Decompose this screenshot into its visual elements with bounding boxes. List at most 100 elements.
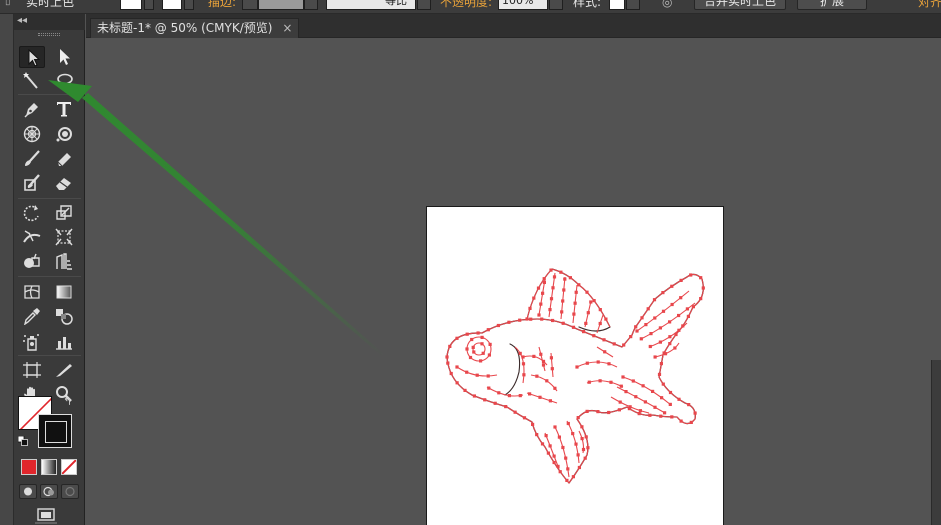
- anchor-point[interactable]: [448, 344, 452, 348]
- anchor-point[interactable]: [556, 464, 560, 468]
- anchor-point[interactable]: [540, 317, 544, 321]
- anchor-point[interactable]: [677, 313, 681, 318]
- anchor-point[interactable]: [480, 335, 484, 339]
- anchor-point[interactable]: [587, 380, 591, 384]
- anchor-point[interactable]: [480, 342, 484, 346]
- anchor-point[interactable]: [493, 401, 497, 405]
- anchor-point[interactable]: [644, 323, 648, 327]
- anchor-point[interactable]: [598, 308, 602, 312]
- anchor-point[interactable]: [622, 343, 626, 347]
- rotate-tool[interactable]: [19, 202, 45, 224]
- profile-chevron-icon[interactable]: [417, 0, 431, 10]
- lasso-tool[interactable]: [51, 70, 77, 92]
- none-mode-button[interactable]: [61, 459, 77, 475]
- anchor-point[interactable]: [660, 396, 664, 400]
- merge-live-paint-button[interactable]: 合并实时上色: [694, 0, 786, 10]
- tools-panel-header[interactable]: ◂◂: [14, 14, 85, 30]
- anchor-point[interactable]: [581, 447, 586, 452]
- anchor-point[interactable]: [559, 270, 563, 274]
- anchor-point[interactable]: [663, 352, 668, 356]
- anchor-point[interactable]: [548, 399, 552, 403]
- live-paint-path[interactable]: [526, 268, 611, 328]
- anchor-point[interactable]: [586, 311, 590, 315]
- anchor-point[interactable]: [585, 290, 589, 294]
- anchor-point[interactable]: [455, 365, 459, 369]
- anchor-point[interactable]: [571, 432, 575, 436]
- line-segment-tool[interactable]: [19, 123, 45, 145]
- anchor-point[interactable]: [637, 412, 641, 416]
- anchor-point[interactable]: [557, 435, 561, 439]
- anchor-point[interactable]: [668, 390, 673, 395]
- artboard[interactable]: [426, 206, 724, 525]
- anchor-point[interactable]: [553, 386, 557, 390]
- anchor-point[interactable]: [659, 414, 663, 418]
- anchor-point[interactable]: [589, 300, 593, 304]
- anchor-point[interactable]: [699, 297, 703, 301]
- anchor-point[interactable]: [584, 435, 588, 439]
- anchor-point[interactable]: [548, 308, 552, 312]
- anchor-point[interactable]: [658, 340, 662, 344]
- anchor-point[interactable]: [661, 309, 666, 313]
- anchor-point[interactable]: [471, 345, 475, 349]
- anchor-point[interactable]: [571, 325, 576, 329]
- anchor-point[interactable]: [549, 297, 554, 301]
- perspective-grid-tool[interactable]: [51, 251, 77, 273]
- color-mode-button[interactable]: [21, 459, 37, 475]
- type-tool[interactable]: [51, 98, 77, 120]
- anchor-point[interactable]: [634, 325, 638, 329]
- anchor-point[interactable]: [446, 361, 450, 365]
- anchor-point[interactable]: [687, 403, 691, 407]
- anchor-point[interactable]: [552, 460, 556, 465]
- anchor-point[interactable]: [604, 317, 608, 321]
- anchor-point[interactable]: [531, 422, 535, 426]
- anchor-point[interactable]: [635, 329, 639, 333]
- anchor-point[interactable]: [497, 391, 501, 395]
- anchor-point[interactable]: [445, 355, 449, 359]
- anchor-point[interactable]: [551, 286, 555, 290]
- anchor-point[interactable]: [598, 379, 602, 383]
- anchor-point[interactable]: [607, 410, 611, 415]
- anchor-point[interactable]: [552, 275, 557, 279]
- anchor-point[interactable]: [609, 380, 613, 384]
- anchor-point[interactable]: [657, 372, 662, 376]
- anchor-point[interactable]: [463, 388, 467, 392]
- anchor-point[interactable]: [612, 342, 616, 346]
- anchor-point[interactable]: [468, 355, 473, 360]
- anchor-point[interactable]: [691, 305, 695, 309]
- anchor-point[interactable]: [670, 302, 674, 307]
- anchor-point[interactable]: [653, 355, 657, 359]
- anchor-point[interactable]: [583, 456, 587, 460]
- anchor-point[interactable]: [576, 416, 580, 420]
- anchor-point[interactable]: [486, 374, 490, 378]
- anchor-point[interactable]: [529, 317, 533, 321]
- pencil-tool[interactable]: [51, 148, 77, 170]
- anchor-point[interactable]: [488, 342, 492, 346]
- anchor-point[interactable]: [504, 405, 508, 409]
- anchor-point[interactable]: [532, 354, 536, 358]
- recolor-artwork-icon[interactable]: ◎: [662, 0, 672, 10]
- anchor-point[interactable]: [624, 390, 628, 394]
- fill-color-dropdown[interactable]: [120, 0, 142, 10]
- anchor-point[interactable]: [562, 288, 566, 292]
- anchor-point[interactable]: [653, 405, 657, 409]
- stroke-chevron-down-icon[interactable]: [184, 0, 194, 10]
- anchor-point[interactable]: [628, 405, 632, 409]
- anchor-point[interactable]: [648, 413, 652, 417]
- anchor-point[interactable]: [532, 296, 536, 300]
- magic-wand-tool[interactable]: [19, 70, 45, 92]
- anchor-point[interactable]: [551, 318, 555, 323]
- anchor-point[interactable]: [641, 384, 645, 388]
- artboard-tool[interactable]: [19, 359, 45, 381]
- opacity-input[interactable]: 100%: [498, 0, 548, 10]
- anchor-point[interactable]: [649, 332, 653, 336]
- anchor-point[interactable]: [607, 362, 611, 366]
- anchor-point[interactable]: [553, 425, 557, 429]
- anchor-point[interactable]: [686, 314, 690, 318]
- draw-inside-button[interactable]: [61, 484, 79, 499]
- close-icon[interactable]: ×: [282, 19, 292, 38]
- anchor-point[interactable]: [679, 296, 683, 300]
- anchor-point[interactable]: [668, 342, 672, 346]
- anchor-point[interactable]: [652, 298, 657, 302]
- anchor-point[interactable]: [537, 313, 541, 317]
- anchor-point[interactable]: [646, 307, 650, 311]
